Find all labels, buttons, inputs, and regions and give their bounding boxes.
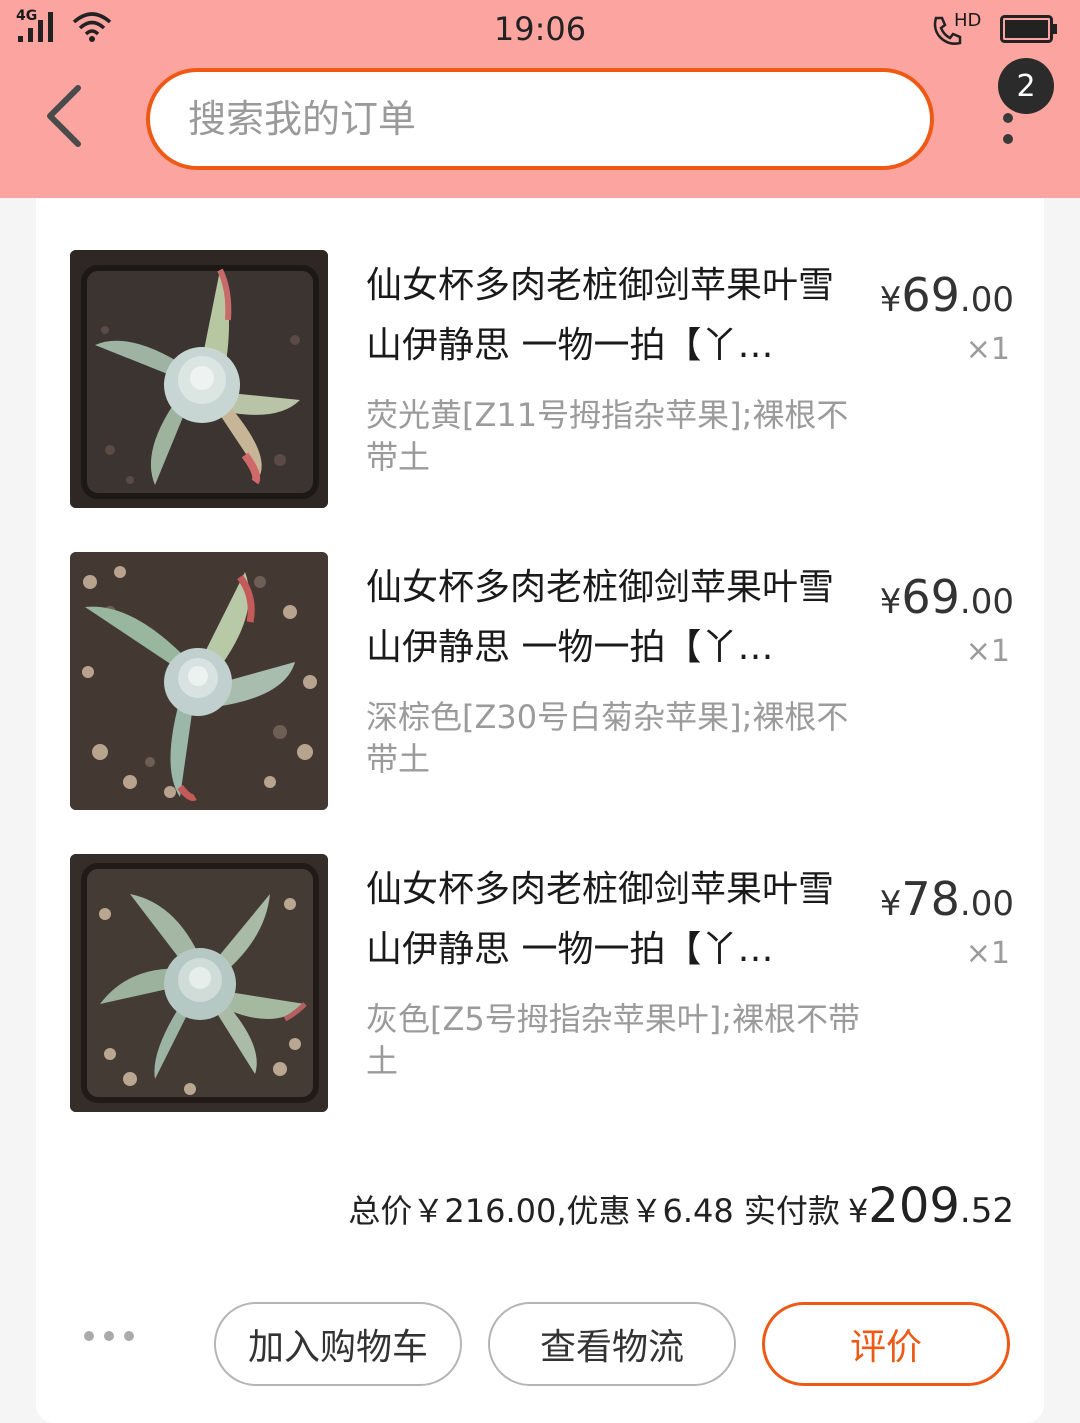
price-integer: 69	[901, 570, 960, 624]
hd-label: HD	[954, 10, 982, 31]
more-menu-button[interactable]	[990, 112, 1026, 152]
item-title: 仙女杯多肉老桩御剑苹果叶雪山伊静思 一物一拍【丫…	[366, 265, 835, 366]
item-quantity: ×1	[965, 936, 1010, 971]
price-decimal: .00	[959, 582, 1014, 622]
order-item[interactable]: 仙女杯多肉老桩御剑苹果叶雪山伊静思 一物一拍【丫… 灰色[Z5号拇指杂苹果叶];…	[36, 802, 1044, 1112]
paid-currency-symbol: ¥	[847, 1192, 869, 1230]
header: 2	[0, 58, 1080, 198]
succulent-image	[70, 854, 328, 1112]
price-integer: 78	[901, 872, 960, 926]
product-thumbnail	[70, 552, 328, 810]
review-button[interactable]: 评价	[762, 1302, 1010, 1386]
summary-text: 总价￥216.00,优惠￥6.48 实付款	[348, 1192, 840, 1230]
order-summary: 总价￥216.00,优惠￥6.48 实付款 ¥ 209 .52	[348, 1178, 1014, 1234]
add-to-cart-button[interactable]: 加入购物车	[214, 1302, 462, 1386]
item-title: 仙女杯多肉老桩御剑苹果叶雪山伊静思 一物一拍【丫…	[366, 567, 835, 668]
view-logistics-button[interactable]: 查看物流	[488, 1302, 736, 1386]
item-price: ¥69.00	[880, 570, 1014, 624]
more-actions-button[interactable]	[82, 1326, 136, 1346]
status-right: HD	[930, 10, 1058, 46]
price-integer: 69	[901, 268, 960, 322]
search-box[interactable]	[146, 68, 934, 170]
item-quantity: ×1	[965, 634, 1010, 669]
item-price: ¥69.00	[880, 268, 1014, 322]
item-spec: 荧光黄[Z11号拇指杂苹果];裸根不带土	[366, 396, 849, 476]
chevron-left-icon	[47, 85, 81, 147]
status-bar: 4G 19:06 HD	[0, 0, 1080, 58]
price-decimal: .00	[959, 884, 1014, 924]
currency-symbol: ¥	[879, 582, 902, 622]
order-card: 仙女杯多肉老桩御剑苹果叶雪山伊静思 一物一拍【丫… 荧光黄[Z11号拇指杂苹果]…	[36, 198, 1044, 1423]
price-decimal: .00	[959, 280, 1014, 320]
product-thumbnail	[70, 854, 328, 1112]
more-horizontal-icon	[84, 1331, 134, 1341]
order-item[interactable]: 仙女杯多肉老桩御剑苹果叶雪山伊静思 一物一拍【丫… 深棕色[Z30号白菊杂苹果]…	[36, 500, 1044, 810]
search-input[interactable]	[188, 97, 888, 141]
status-time: 19:06	[493, 10, 587, 48]
item-price: ¥78.00	[880, 872, 1014, 926]
back-button[interactable]	[34, 78, 104, 158]
hd-call-icon: HD	[930, 10, 982, 46]
paid-amount-integer: 209	[868, 1178, 960, 1234]
currency-symbol: ¥	[879, 280, 902, 320]
item-title: 仙女杯多肉老桩御剑苹果叶雪山伊静思 一物一拍【丫…	[366, 869, 835, 970]
item-quantity: ×1	[965, 332, 1010, 367]
notification-badge: 2	[998, 58, 1054, 114]
item-spec: 灰色[Z5号拇指杂苹果叶];裸根不带土	[366, 1000, 861, 1080]
battery-icon	[1000, 15, 1057, 43]
more-vertical-icon	[1003, 113, 1013, 144]
currency-symbol: ¥	[879, 884, 902, 924]
succulent-image	[70, 250, 328, 508]
order-item[interactable]: 仙女杯多肉老桩御剑苹果叶雪山伊静思 一物一拍【丫… 荧光黄[Z11号拇指杂苹果]…	[36, 198, 1044, 508]
paid-amount-decimal: .52	[959, 1191, 1014, 1231]
succulent-image	[70, 552, 328, 810]
product-thumbnail	[70, 250, 328, 508]
item-spec: 深棕色[Z30号白菊杂苹果];裸根不带土	[366, 698, 849, 778]
